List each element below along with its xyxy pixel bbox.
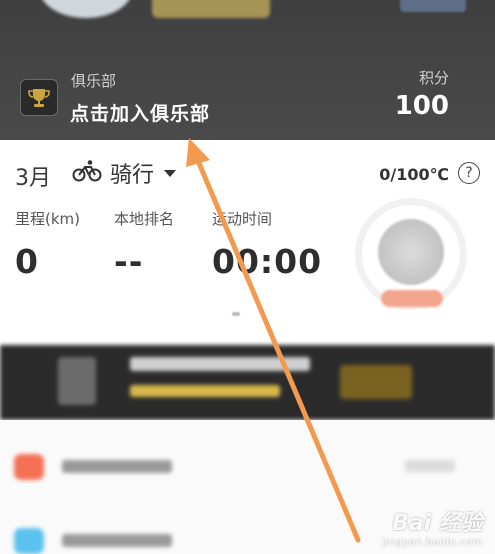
banner-subtitle xyxy=(130,385,280,397)
points-value[interactable]: 100 xyxy=(395,91,449,121)
bicycle-icon xyxy=(72,159,102,187)
banner-thumbnail xyxy=(58,357,96,405)
points-label: 积分 xyxy=(418,69,449,87)
exercise-time-label: 运动时间 xyxy=(212,210,273,228)
sport-label: 骑行 xyxy=(110,163,155,188)
list-item[interactable] xyxy=(0,438,495,498)
medal-tag xyxy=(381,290,443,307)
avatar[interactable] xyxy=(40,0,132,18)
page-indicator xyxy=(232,312,240,316)
watermark: Bai 经验 jingyan.baidu.com xyxy=(382,505,483,548)
medal-icon xyxy=(378,219,444,285)
list-item-text xyxy=(62,460,172,473)
month-selector[interactable]: 3月 xyxy=(15,160,51,192)
join-club-link[interactable]: 点击加入俱乐部 xyxy=(70,99,210,126)
banner-button[interactable] xyxy=(340,365,412,399)
promo-banner[interactable] xyxy=(0,345,495,420)
distance-value: 0 xyxy=(15,242,39,281)
exercise-time-value: 00:00 xyxy=(212,242,323,281)
energy-counter: 0/100℃ xyxy=(379,165,449,184)
header-action-button[interactable] xyxy=(400,0,466,12)
club-label: 俱乐部 xyxy=(71,72,117,90)
local-rank-value: -- xyxy=(114,242,144,281)
list-item-detail xyxy=(405,460,455,472)
question-circle-icon[interactable]: ? xyxy=(458,162,480,184)
club-header: 俱乐部 点击加入俱乐部 积分 100 xyxy=(0,0,495,140)
sport-type-dropdown[interactable]: 骑行 xyxy=(72,156,177,190)
watermark-url: jingyan.baidu.com xyxy=(382,537,483,548)
level-badge[interactable] xyxy=(152,0,270,18)
list-item-text xyxy=(62,534,172,547)
local-rank-label: 本地排名 xyxy=(114,210,175,228)
feature-list: Bai 经验 jingyan.baidu.com xyxy=(0,420,495,554)
distance-label: 里程(km) xyxy=(15,210,81,228)
list-item-icon xyxy=(14,528,44,554)
trophy-icon[interactable] xyxy=(20,79,58,116)
banner-title xyxy=(130,357,310,371)
caret-down-icon xyxy=(164,169,177,177)
watermark-logo: Bai 经验 xyxy=(392,511,483,536)
list-item-icon xyxy=(14,454,44,480)
monthly-stats-panel: 3月 骑行 0/100℃ ? 里程(km) 0 本地排名 -- 运动时间 00:… xyxy=(0,140,495,345)
